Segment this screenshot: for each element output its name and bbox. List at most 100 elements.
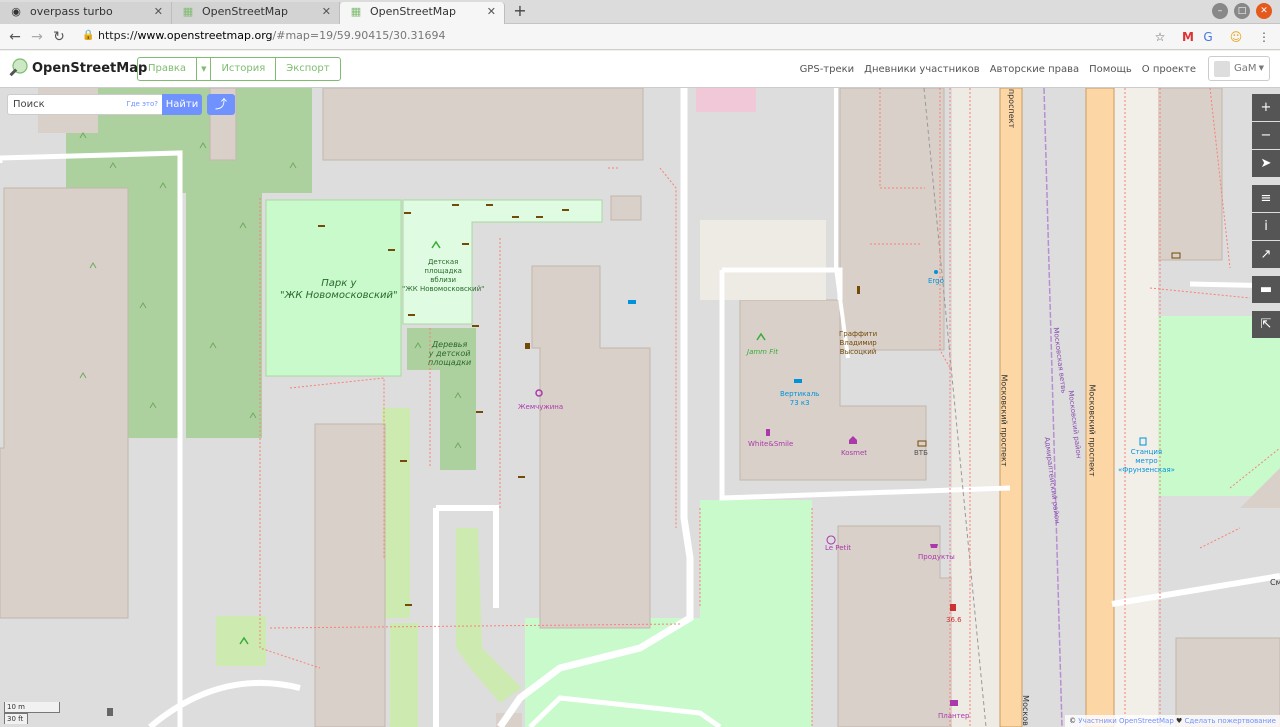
label-playground: Детская площадка вблизи "ЖК Новомосковск…	[402, 258, 485, 293]
new-tab-icon[interactable]: +	[512, 1, 528, 21]
attribution: © Участники OpenStreetMap ♥ Сделать поже…	[1065, 715, 1280, 727]
layers-icon[interactable]: ≡	[1252, 185, 1280, 212]
back-icon[interactable]: ←	[6, 28, 24, 46]
history-button[interactable]: История	[211, 58, 277, 80]
close-icon[interactable]: ✕	[322, 2, 331, 22]
osm-logo-icon[interactable]	[8, 58, 28, 78]
label-white-smile: White&Smile	[748, 440, 794, 448]
tab-title: OpenStreetMap	[202, 5, 289, 18]
link-copyright[interactable]: Авторские права	[990, 64, 1079, 75]
grass-area	[216, 616, 266, 666]
chevron-down-icon: ▼	[1258, 64, 1264, 72]
label-street-sm: См	[1270, 578, 1280, 587]
reload-icon[interactable]: ↻	[50, 28, 68, 46]
note-icon[interactable]: ▬	[1252, 276, 1280, 303]
heart-icon: ♥	[1173, 717, 1185, 725]
close-icon[interactable]: ✕	[487, 2, 496, 22]
map-canvas[interactable]: Парк у "ЖК Новомосковский" Детская площа…	[0, 88, 1280, 727]
scale-imperial: 30 ft	[4, 713, 28, 724]
top-nav-links: GPS-треки Дневники участников Авторские …	[800, 64, 1196, 75]
minimize-icon[interactable]: –	[1212, 3, 1228, 19]
label-ergo: Ergo	[928, 277, 944, 285]
url-path: /#map=19/59.90415/30.31694	[272, 29, 446, 42]
label-graffiti: Граффити Владимир Высоцкий	[839, 330, 878, 356]
brand-title[interactable]: OpenStreetMap	[32, 61, 147, 76]
directions-icon[interactable]: ⤴	[207, 94, 235, 115]
find-button[interactable]: Найти	[162, 94, 202, 115]
link-about[interactable]: О проекте	[1142, 64, 1196, 75]
label-kosmet: Kosmet	[841, 449, 868, 457]
locate-icon[interactable]: ➤	[1252, 150, 1280, 177]
zoom-out-icon[interactable]: −	[1252, 122, 1280, 149]
label-pharmacy: 36.6	[946, 616, 962, 624]
tab-title: overpass turbo	[30, 5, 113, 18]
tab-overpass[interactable]: ◉ overpass turbo ✕	[0, 2, 172, 24]
query-icon[interactable]: ⇱	[1252, 311, 1280, 338]
close-icon[interactable]: ✕	[154, 2, 163, 22]
label-moskovsky-bottom: Москов	[1020, 695, 1030, 726]
label-jamm-fit: Jamm Fit	[747, 348, 778, 356]
search-input[interactable]: Поиск Где это?	[7, 94, 163, 115]
emoji-icon[interactable]: ☺	[1228, 29, 1244, 45]
chevron-down-icon[interactable]: ▼	[197, 58, 212, 80]
export-button[interactable]: Экспорт	[276, 58, 339, 80]
tab-title: OpenStreetMap	[370, 5, 457, 18]
label-metro: Станция метро «Фрунзенская»	[1118, 448, 1175, 474]
address-bar: ← → ↻ 🔒 https://www.openstreetmap.org/#m…	[0, 24, 1280, 50]
label-trees: Деревья у детской площадки	[428, 340, 472, 367]
grass-area	[382, 408, 410, 618]
scale-bar: 10 m 30 ft	[4, 702, 60, 724]
edit-button[interactable]: Правка	[138, 58, 198, 80]
link-gps-traces[interactable]: GPS-треки	[800, 64, 855, 75]
url-field[interactable]: https://www.openstreetmap.org/#map=19/59…	[98, 29, 445, 42]
zoom-in-icon[interactable]: +	[1252, 94, 1280, 121]
user-name: GaM	[1234, 63, 1257, 74]
osm-icon: ▦	[182, 5, 194, 18]
link-help[interactable]: Помощь	[1089, 64, 1132, 75]
share-icon[interactable]: ↗	[1252, 241, 1280, 268]
label-moskovsky-prospekt: Московский проспект	[999, 374, 1009, 467]
star-icon[interactable]: ☆	[1152, 29, 1168, 45]
trees-area	[440, 370, 476, 470]
maximize-icon[interactable]: □	[1234, 3, 1250, 19]
label-vtb: ВТБ	[914, 449, 928, 457]
attribution-prefix: ©	[1069, 717, 1079, 725]
park-area	[1158, 316, 1280, 496]
label-le-petit: Le Petit	[825, 544, 852, 552]
overpass-icon: ◉	[11, 5, 21, 18]
map-controls: + − ➤ ≡ i ↗ ▬ ⇱	[1252, 94, 1280, 339]
osm-header: OpenStreetMap Правка ▼ История Экспорт G…	[0, 51, 1280, 88]
donate-link[interactable]: Сделать пожертвование	[1185, 717, 1276, 725]
url-host: www.openstreetmap.org	[137, 29, 273, 42]
info-icon[interactable]: i	[1252, 213, 1280, 240]
label-moskovsky-prospekt-2: Московский проспект	[1087, 384, 1097, 477]
label-planter: Плантер	[938, 712, 970, 720]
avatar	[1214, 61, 1230, 77]
forward-icon[interactable]: →	[28, 28, 46, 46]
contributors-link[interactable]: Участники OpenStreetMap	[1078, 717, 1173, 725]
user-menu-button[interactable]: GaM ▼	[1208, 56, 1270, 81]
link-diaries[interactable]: Дневники участников	[864, 64, 980, 75]
osm-icon: ▦	[350, 5, 362, 18]
label-park: Парк у "ЖК Новомосковский"	[280, 278, 398, 301]
tab-osm-2[interactable]: ▦ OpenStreetMap ✕	[340, 2, 505, 24]
label-zhemchuzhina: Жемчужина	[518, 403, 564, 411]
where-is-this-link[interactable]: Где это?	[126, 100, 158, 108]
window-close-icon[interactable]: ✕	[1256, 3, 1272, 19]
label-produkty: Продукты	[918, 553, 955, 561]
scale-metric: 10 m	[4, 702, 60, 713]
search-placeholder: Поиск	[13, 99, 45, 110]
url-prefix: https://	[98, 29, 138, 42]
label-vertikal: Вертикаль 73 к3	[780, 390, 820, 407]
label-moskovsky-top: проспект	[1007, 88, 1017, 129]
tab-osm-1[interactable]: ▦ OpenStreetMap ✕	[172, 2, 340, 24]
commercial-area	[696, 88, 756, 112]
translate-icon[interactable]: G	[1200, 29, 1216, 45]
lock-icon: 🔒	[82, 30, 95, 41]
grass-area	[390, 623, 418, 727]
edit-button-group: Правка ▼ История Экспорт	[137, 57, 341, 81]
menu-icon[interactable]: ⋮	[1256, 29, 1272, 45]
gmail-icon[interactable]: M	[1180, 29, 1196, 45]
window-controls: – □ ✕	[1212, 3, 1272, 19]
browser-tab-bar: ◉ overpass turbo ✕ ▦ OpenStreetMap ✕ ▦ O…	[0, 0, 1280, 24]
